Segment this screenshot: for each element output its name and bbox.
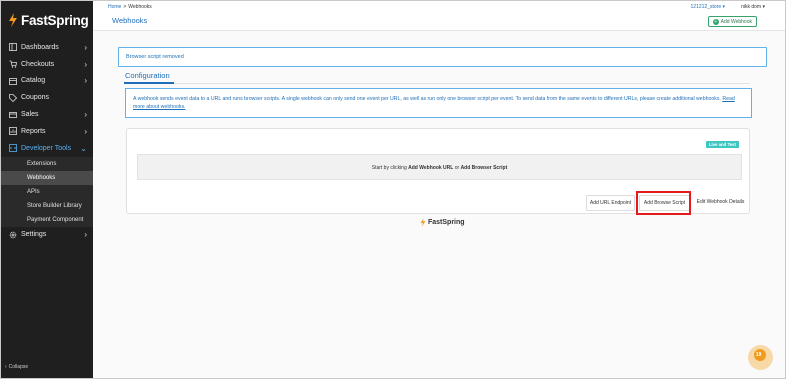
chevron-right-icon: ›: [84, 76, 87, 86]
footer-logo-text: FastSpring: [428, 219, 465, 226]
sidebar-item-label: Dashboards: [21, 43, 59, 51]
dashboard-icon: [8, 43, 17, 52]
reports-icon: [8, 127, 17, 136]
tab-configuration[interactable]: Configuration: [125, 71, 170, 80]
add-url-endpoint-button[interactable]: Add URL Endpoint: [586, 195, 635, 211]
active-tab-underline: [124, 82, 174, 84]
chevron-down-icon: ⌄: [80, 143, 87, 153]
chat-notification-count: 19: [755, 352, 762, 358]
sidebar-item-label: Catalog: [21, 77, 46, 85]
footer-logo: FastSpring: [420, 218, 465, 227]
sidebar-item-label: Checkouts: [21, 60, 55, 68]
submenu-item-store-builder-library[interactable]: Store Builder Library: [1, 199, 93, 213]
catalog-icon: [8, 76, 17, 85]
info-text: A webhook sends event data to a URL and …: [133, 96, 721, 102]
add-webhook-label: Add Webhook: [720, 18, 752, 25]
empty-state-or: or: [454, 165, 460, 171]
sales-icon: [8, 110, 17, 119]
submenu-item-apis[interactable]: APIs: [1, 185, 93, 199]
store-selector[interactable]: 121212_store ▾: [691, 4, 725, 10]
collapse-label: Collapse: [8, 364, 29, 370]
empty-state-add-url: Add Webhook URL: [408, 165, 454, 171]
sidebar-item-label: Settings: [21, 231, 47, 239]
code-icon: [8, 144, 17, 153]
brand-name: FastSpring: [21, 12, 89, 28]
sidebar-item-checkouts[interactable]: Checkouts ›: [1, 56, 93, 73]
breadcrumb-separator: >: [123, 4, 127, 10]
plus-icon: +: [712, 18, 719, 25]
developer-tools-submenu: Extensions Webhooks APIs Store Builder L…: [1, 156, 93, 227]
sidebar-item-label: Coupons: [21, 94, 50, 102]
chevron-right-icon: ›: [84, 230, 87, 240]
sidebar-nav: Dashboards › Checkouts › Catalog › Coupo…: [1, 39, 93, 243]
submenu-item-extensions[interactable]: Extensions: [1, 157, 93, 171]
status-alert: Browser script removed: [118, 47, 767, 67]
collapse-sidebar-button[interactable]: ‹ Collapse: [5, 364, 28, 370]
chevron-right-icon: ›: [84, 126, 87, 136]
sidebar: FastSpring Dashboards › Checkouts › Cata…: [1, 1, 93, 378]
sidebar-item-dashboards[interactable]: Dashboards ›: [1, 39, 93, 56]
sidebar-item-label: Developer Tools: [21, 144, 72, 152]
chevron-right-icon: ›: [84, 59, 87, 69]
gear-icon: [8, 230, 17, 239]
chevron-right-icon: ›: [84, 42, 87, 52]
environment-badge: Live and Test: [705, 141, 739, 148]
sidebar-item-reports[interactable]: Reports ›: [1, 123, 93, 140]
sidebar-item-settings[interactable]: Settings ›: [1, 227, 93, 244]
info-panel: A webhook sends event data to a URL and …: [125, 88, 752, 118]
chevron-left-icon: ‹: [5, 364, 7, 370]
sidebar-item-sales[interactable]: Sales ›: [1, 106, 93, 123]
fastspring-logo-icon: [8, 13, 18, 27]
chevron-right-icon: ›: [84, 110, 87, 120]
sidebar-item-catalog[interactable]: Catalog ›: [1, 73, 93, 90]
edit-webhook-details-button[interactable]: Edit Webhook Details: [695, 195, 746, 211]
fastspring-logo-icon: [420, 218, 426, 227]
sidebar-item-developer-tools[interactable]: Developer Tools ⌄: [1, 140, 93, 157]
breadcrumb-home-link[interactable]: Home: [108, 4, 121, 10]
empty-state: Start by clicking Add Webhook URL or Add…: [137, 154, 742, 180]
breadcrumb: Home > Webhooks: [108, 4, 152, 10]
empty-state-prefix: Start by clicking: [371, 165, 407, 171]
submenu-item-payment-component[interactable]: Payment Component: [1, 213, 93, 227]
page-title: Webhooks: [112, 16, 148, 25]
brand-logo[interactable]: FastSpring: [1, 1, 93, 31]
cart-icon: [8, 60, 17, 69]
tag-icon: [8, 93, 17, 102]
submenu-item-webhooks[interactable]: Webhooks: [1, 170, 93, 185]
add-webhook-button[interactable]: + Add Webhook: [707, 16, 757, 27]
sidebar-item-label: Reports: [21, 127, 46, 135]
section-divider: [124, 83, 750, 84]
user-menu[interactable]: nikk dom ▾: [741, 4, 765, 10]
top-bar: Home > Webhooks Webhooks 121212_store ▾ …: [93, 1, 785, 31]
sidebar-item-coupons[interactable]: Coupons: [1, 89, 93, 106]
sidebar-item-label: Sales: [21, 111, 39, 119]
highlight-box: [636, 191, 691, 215]
breadcrumb-current: Webhooks: [128, 4, 152, 10]
empty-state-add-script: Add Browser Script: [460, 165, 508, 171]
